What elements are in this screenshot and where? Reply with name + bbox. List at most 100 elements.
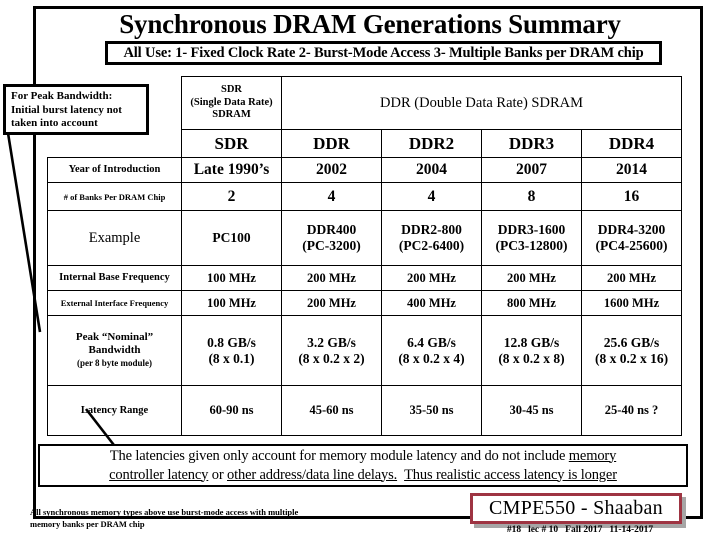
latency-note-or: or (208, 466, 227, 483)
lecture-number: lec # 10 (528, 525, 559, 535)
latency-note-u1: controller latency (109, 466, 209, 483)
cell-peak-ddr3-line2: (8 x 0.2 x 8) (498, 350, 565, 366)
latency-note-u2: other address/data line delays. (227, 466, 398, 483)
cell-peak-ddr2: 6.4 GB/s (8 x 0.2 x 4) (381, 315, 482, 386)
column-header-ddr: DDR (281, 129, 382, 158)
cell-example-ddr2-line2: (PC2-6400) (398, 238, 465, 253)
cell-peak-ddr: 3.2 GB/s (8 x 0.2 x 2) (281, 315, 382, 386)
cell-year-sdr: Late 1990’s (181, 157, 282, 183)
all-use-note-box: All Use: 1- Fixed Clock Rate 2- Burst-Mo… (105, 41, 662, 65)
row-label-external-interface-frequency: External Interface Frequency (47, 290, 182, 316)
column-header-ddr2: DDR2 (381, 129, 482, 158)
latency-note-line2: controller latency or other address/data… (109, 466, 617, 485)
peak-bandwidth-callout-line2: Initial burst latency not (11, 103, 122, 116)
course-footer: #18 lec # 10 Fall 2017 11-14-2017 (470, 524, 690, 536)
column-header-ddr4: DDR4 (580, 129, 683, 158)
table-row: Latency Range 60-90 ns 45-60 ns 35-50 ns… (47, 385, 683, 436)
cell-example-ddr3-line2: (PC3-12800) (495, 238, 568, 253)
row-label-internal-base-frequency: Internal Base Frequency (47, 265, 182, 291)
cell-example-ddr4: DDR4-3200 (PC4-25600) (580, 210, 683, 266)
cell-year-ddr4: 2014 (580, 157, 683, 183)
latency-note-line1: The latencies given only account for mem… (109, 447, 617, 466)
cell-peak-ddr3-line1: 12.8 GB/s (503, 334, 560, 350)
cell-example-ddr-line1: DDR400 (306, 222, 357, 237)
cell-peak-ddr-line2: (8 x 0.2 x 2) (298, 350, 365, 366)
group-header-sdr-line2: (Single Data Rate) (190, 96, 273, 108)
table-row: Example PC100 DDR400 (PC-3200) DDR2-800 … (47, 210, 683, 266)
cell-banks-ddr2: 4 (381, 182, 482, 211)
cell-example-ddr3: DDR3-1600 (PC3-12800) (481, 210, 582, 266)
column-header-sdr: SDR (181, 129, 282, 158)
cell-peak-ddr2-line1: 6.4 GB/s (407, 334, 456, 350)
group-header-sdr-line3: SDRAM (212, 109, 251, 121)
cell-extfreq-ddr: 200 MHz (281, 290, 382, 316)
cell-example-ddr: DDR400 (PC-3200) (281, 210, 382, 266)
cell-extfreq-ddr2: 400 MHz (381, 290, 482, 316)
row-label-example: Example (47, 210, 182, 266)
cell-year-ddr2: 2004 (381, 157, 482, 183)
cell-peak-sdr-line1: 0.8 GB/s (207, 334, 256, 350)
all-use-note-text: All Use: 1- Fixed Clock Rate 2- Burst-Mo… (123, 44, 644, 61)
cell-peak-ddr3: 12.8 GB/s (8 x 0.2 x 8) (481, 315, 582, 386)
latency-note-box: The latencies given only account for mem… (38, 444, 688, 487)
page-title: Synchronous DRAM Generations Summary (119, 9, 621, 39)
cell-example-ddr-line2: (PC-3200) (302, 238, 361, 253)
cell-example-sdr: PC100 (181, 210, 282, 266)
row-label-year-of-introduction: Year of Introduction (47, 157, 182, 183)
cell-example-ddr3-line1: DDR3-1600 (497, 222, 566, 237)
group-header-sdr: SDR (Single Data Rate) SDRAM (181, 76, 282, 130)
row-label-peak-line2: Bandwidth (88, 344, 141, 356)
cell-latency-ddr2: 35-50 ns (381, 385, 482, 436)
peak-bandwidth-callout-line1: For Peak Bandwidth: (11, 90, 113, 102)
cell-peak-ddr4-line2: (8 x 0.2 x 16) (594, 350, 669, 366)
cell-example-ddr2-line1: DDR2-800 (401, 222, 462, 237)
row-label-peak-line1: Peak “Nominal” (75, 331, 154, 343)
row-label-banks-per-chip: # of Banks Per DRAM Chip (47, 182, 182, 211)
table-row: # of Banks Per DRAM Chip 2 4 4 8 16 (47, 182, 683, 211)
peak-bandwidth-callout-line3: taken into account (11, 117, 98, 129)
latency-note-line1-underlined: memory (568, 447, 617, 464)
cell-intfreq-ddr4: 200 MHz (580, 265, 683, 291)
cell-year-ddr: 2002 (281, 157, 382, 183)
burst-mode-bottom-note-line1: All synchronous memory types above use b… (30, 507, 299, 517)
cell-peak-sdr-line2: (8 x 0.1) (208, 350, 255, 366)
course-badge-text: CMPE550 - Shaaban (489, 497, 663, 519)
cell-banks-ddr4: 16 (580, 182, 683, 211)
table-row: Year of Introduction Late 1990’s 2002 20… (47, 157, 683, 183)
cell-latency-ddr4: 25-40 ns ? (580, 385, 683, 436)
cell-extfreq-ddr3: 800 MHz (481, 290, 582, 316)
burst-mode-bottom-note: All synchronous memory types above use b… (30, 507, 430, 530)
column-header-ddr3: DDR3 (481, 129, 582, 158)
cell-extfreq-sdr: 100 MHz (181, 290, 282, 316)
cell-extfreq-ddr4: 1600 MHz (580, 290, 683, 316)
cell-banks-ddr3: 8 (481, 182, 582, 211)
group-header-sdr-line1: SDR (220, 84, 242, 96)
cell-banks-sdr: 2 (181, 182, 282, 211)
cell-example-ddr4-line1: DDR4-3200 (597, 222, 666, 237)
table-row: External Interface Frequency 100 MHz 200… (47, 290, 683, 316)
cell-example-sdr-line1: PC100 (212, 230, 251, 245)
date-label: 11-14-2017 (609, 525, 654, 535)
latency-note-line1-text: The latencies given only account for mem… (109, 447, 569, 464)
group-header-ddr: DDR (Double Data Rate) SDRAM (280, 76, 683, 130)
cell-peak-sdr: 0.8 GB/s (8 x 0.1) (181, 315, 282, 386)
cell-peak-ddr-line1: 3.2 GB/s (307, 334, 356, 350)
cell-peak-ddr2-line2: (8 x 0.2 x 4) (398, 350, 465, 366)
latency-note-u3: Thus realistic access latency is longer (404, 466, 617, 483)
cell-intfreq-ddr: 200 MHz (281, 265, 382, 291)
cell-latency-ddr3: 30-45 ns (481, 385, 582, 436)
cell-peak-ddr4-line1: 25.6 GB/s (603, 334, 660, 350)
cell-intfreq-ddr2: 200 MHz (381, 265, 482, 291)
cell-example-ddr4-line2: (PC4-25600) (595, 238, 668, 253)
row-label-peak-bandwidth: Peak “Nominal” Bandwidth (per 8 byte mod… (47, 315, 182, 386)
cell-example-ddr2: DDR2-800 (PC2-6400) (381, 210, 482, 266)
table-row: Internal Base Frequency 100 MHz 200 MHz … (47, 265, 683, 291)
cell-peak-ddr4: 25.6 GB/s (8 x 0.2 x 16) (580, 315, 683, 386)
table-row: Peak “Nominal” Bandwidth (per 8 byte mod… (47, 315, 683, 386)
term-label: Fall 2017 (565, 525, 603, 535)
cell-latency-ddr: 45-60 ns (281, 385, 382, 436)
cell-latency-sdr: 60-90 ns (181, 385, 282, 436)
row-label-peak-line3: (per 8 byte module) (76, 358, 153, 368)
cell-intfreq-sdr: 100 MHz (181, 265, 282, 291)
cell-banks-ddr: 4 (281, 182, 382, 211)
